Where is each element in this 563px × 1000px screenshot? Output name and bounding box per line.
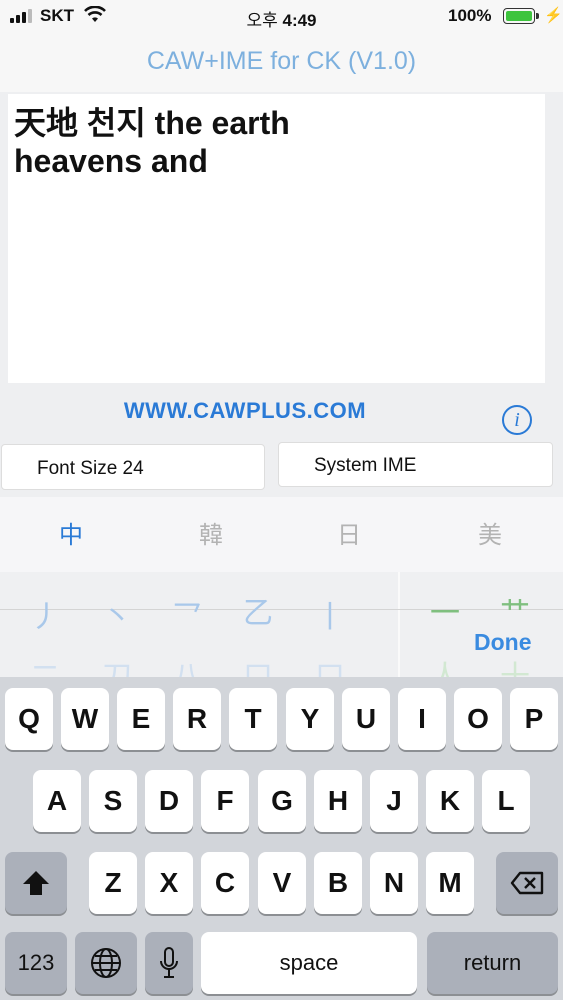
key-i[interactable]: I — [398, 688, 446, 750]
stroke-key-right[interactable]: 人 — [430, 652, 460, 677]
key-o[interactable]: O — [454, 688, 502, 750]
battery-tip — [536, 13, 539, 19]
key-u[interactable]: U — [342, 688, 390, 750]
key-r[interactable]: R — [173, 688, 221, 750]
battery-percent: 100% — [448, 6, 492, 25]
stroke-key[interactable]: 口 — [315, 652, 345, 677]
backspace-key[interactable] — [496, 852, 558, 914]
key-n[interactable]: N — [370, 852, 418, 914]
key-s[interactable]: S — [89, 770, 137, 832]
key-x[interactable]: X — [145, 852, 193, 914]
stroke-key[interactable]: 口 — [243, 652, 273, 677]
info-icon[interactable]: i — [502, 405, 532, 435]
key-b[interactable]: B — [314, 852, 362, 914]
time-prefix: 오후 — [246, 11, 278, 30]
key-f[interactable]: F — [201, 770, 249, 832]
key-v[interactable]: V — [258, 852, 306, 914]
return-key[interactable]: return — [427, 932, 558, 994]
done-button[interactable]: Done — [474, 629, 532, 656]
system-ime-label: System IME — [314, 455, 417, 476]
numbers-key[interactable]: 123 — [5, 932, 67, 994]
key-c[interactable]: C — [201, 852, 249, 914]
font-size-button[interactable]: Font Size 24 — [1, 444, 265, 490]
key-k[interactable]: K — [426, 770, 474, 832]
stroke-keyboard: 丿 丶 乛 乙 丨 一 艹 二 刀 八 口 口 人 十 — [0, 572, 563, 677]
stroke-key[interactable]: 八 — [172, 652, 202, 677]
globe-icon — [91, 948, 121, 978]
stroke-row-divider — [0, 609, 563, 610]
key-j[interactable]: J — [370, 770, 418, 832]
stroke-key[interactable]: 乛 — [172, 592, 202, 636]
key-q[interactable]: Q — [5, 688, 53, 750]
key-h[interactable]: H — [314, 770, 362, 832]
stroke-key[interactable]: 丨 — [315, 592, 345, 636]
tab-korean[interactable]: 韓 — [141, 515, 281, 550]
font-size-label: Font Size 24 — [37, 458, 144, 479]
stroke-divider — [398, 572, 400, 677]
key-e[interactable]: E — [117, 688, 165, 750]
text-editor[interactable]: 天地 천지 the earth heavens and — [8, 94, 545, 383]
globe-key[interactable] — [75, 932, 137, 994]
website-link[interactable]: WWW.CAWPLUS.COM — [0, 398, 490, 424]
key-m[interactable]: M — [426, 852, 474, 914]
microphone-icon — [160, 947, 178, 978]
editor-text: 天地 천지 the earth heavens and — [14, 105, 290, 179]
stroke-key[interactable]: 丿 — [30, 592, 60, 636]
shift-arrow-icon — [23, 871, 49, 895]
status-bar: SKT 오후 4:49 100% ⚡ — [0, 0, 563, 32]
stroke-key[interactable]: 丶 — [102, 592, 132, 636]
space-key[interactable]: space — [201, 932, 417, 994]
key-y[interactable]: Y — [286, 688, 334, 750]
backspace-icon — [510, 871, 544, 895]
tab-chinese[interactable]: 中 — [1, 515, 141, 550]
system-keyboard: Q W E R T Y U I O P A S D F G H J K L Z … — [0, 677, 563, 1000]
key-g[interactable]: G — [258, 770, 306, 832]
stroke-key[interactable]: 二 — [30, 652, 60, 677]
app-title: CAW+IME for CK (V1.0) — [146, 47, 417, 75]
status-time: 4:49 — [282, 11, 317, 30]
stroke-key-right[interactable]: 艹 — [500, 588, 530, 632]
key-p[interactable]: P — [510, 688, 558, 750]
key-d[interactable]: D — [145, 770, 193, 832]
key-z[interactable]: Z — [89, 852, 137, 914]
key-l[interactable]: L — [482, 770, 530, 832]
tab-english[interactable]: 美 — [420, 515, 560, 550]
key-a[interactable]: A — [33, 770, 81, 832]
system-ime-button[interactable]: System IME — [278, 442, 553, 487]
dictation-key[interactable] — [145, 932, 193, 994]
key-t[interactable]: T — [229, 688, 277, 750]
key-w[interactable]: W — [61, 688, 109, 750]
shift-key[interactable] — [5, 852, 67, 914]
stroke-key-right[interactable]: 一 — [430, 588, 460, 632]
charging-bolt-icon: ⚡ — [544, 7, 563, 24]
language-tab-bar: 中 韓 日 美 — [0, 497, 563, 572]
battery-icon — [503, 8, 535, 24]
navigation-bar: CAW+IME for CK (V1.0) — [0, 32, 563, 92]
tab-japanese[interactable]: 日 — [279, 515, 419, 550]
stroke-key[interactable]: 刀 — [102, 652, 132, 677]
stroke-key[interactable]: 乙 — [243, 588, 273, 632]
